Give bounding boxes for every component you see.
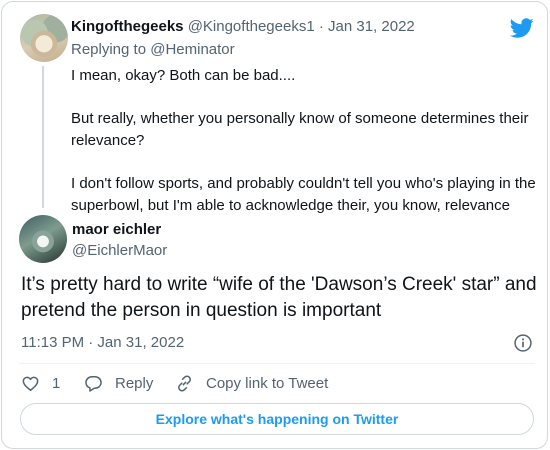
parent-tweet-header: Kingofthegeeks @Kingofthegeeks1 · Jan 31… [71, 18, 415, 35]
parent-paragraph: I don't follow sports, and probably coul… [71, 175, 536, 214]
parent-handle[interactable]: @Kingofthegeeks1 [188, 18, 315, 35]
parent-date[interactable]: Jan 31, 2022 [328, 18, 415, 35]
action-bar-divider [19, 363, 535, 364]
info-icon[interactable] [513, 333, 533, 353]
tweet-embed-card: Kingofthegeeks @Kingofthegeeks1 · Jan 31… [1, 1, 548, 449]
reply-bubble-icon [85, 375, 102, 392]
author-avatar[interactable] [19, 215, 67, 263]
parent-display-name[interactable]: Kingofthegeeks [71, 18, 184, 35]
copy-link-button[interactable]: Copy link to Tweet [175, 373, 328, 393]
parent-paragraph: But really, whether you personally know … [71, 110, 529, 149]
heart-icon [22, 376, 39, 391]
explore-twitter-button[interactable]: Explore what's happening on Twitter [20, 403, 534, 435]
replying-prefix: Replying to [71, 41, 151, 58]
parent-paragraph: I mean, okay? Both can be bad.... [71, 67, 296, 84]
tweet-text: It’s pretty hard to write “wife of the '… [21, 274, 537, 321]
copy-link-label: Copy link to Tweet [206, 374, 329, 392]
tweet-timestamp[interactable]: 11:13 PM · Jan 31, 2022 [21, 334, 184, 351]
author-handle[interactable]: @EichlerMaor [72, 242, 167, 259]
meta-separator: · [314, 18, 329, 35]
thread-connector-line [42, 66, 44, 208]
twitter-bird-icon[interactable] [510, 16, 534, 40]
parent-avatar[interactable] [20, 14, 68, 62]
replying-to-line: Replying to @Heminator [71, 41, 235, 58]
author-display-name[interactable]: maor eichler [72, 221, 161, 238]
like-count: 1 [52, 374, 61, 392]
reply-label: Reply [115, 374, 154, 392]
reply-button[interactable]: Reply [84, 373, 153, 393]
link-icon [178, 374, 191, 392]
parent-tweet-text: I mean, okay? Both can be bad.... But re… [71, 65, 541, 217]
replying-to-handle[interactable]: @Heminator [150, 41, 234, 58]
like-button[interactable]: 1 [21, 373, 60, 393]
